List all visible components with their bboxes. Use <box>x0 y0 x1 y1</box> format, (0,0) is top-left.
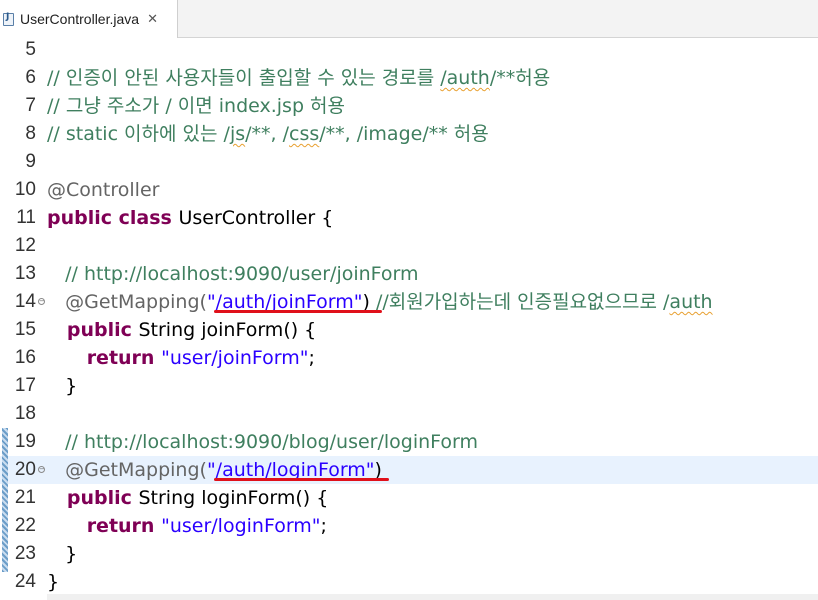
code-text: public String joinForm() { <box>47 316 316 344</box>
line-number: 17 <box>14 375 36 396</box>
code-text: @Controller <box>47 176 159 204</box>
line-number: 24 <box>14 571 36 592</box>
code-text: // http://localhost:9090/blog/user/login… <box>47 428 478 456</box>
code-line[interactable]: 17 } <box>0 372 818 400</box>
line-number: 14 <box>14 291 36 312</box>
code-text: } <box>47 540 77 568</box>
code-token: // 인증이 안된 사용자들이 출입할 수 있는 경로를 <box>47 67 441 89</box>
code-text: public String loginForm() { <box>47 484 328 512</box>
line-number: 18 <box>14 403 36 424</box>
code-token: ; <box>308 347 315 369</box>
code-token: } <box>47 543 78 565</box>
code-token: //회원가입하는데 인증필요없으므로 / <box>375 291 670 313</box>
code-editor[interactable]: 24} 23 } 22 return "user/loginForm"; 21 pub… <box>0 38 818 600</box>
code-line[interactable]: 11 public class UserController { <box>0 204 818 232</box>
code-line[interactable]: 22 return "user/loginForm"; <box>0 512 818 540</box>
code-token: String joinForm() { <box>138 319 317 341</box>
line-number: 23 <box>14 543 36 564</box>
line-number: 7 <box>25 95 36 116</box>
code-token: } <box>47 375 78 397</box>
code-token: @GetMapping( <box>47 459 207 481</box>
code-token: public <box>47 319 139 341</box>
code-text: return "user/loginForm"; <box>47 512 327 540</box>
line-number: 8 <box>25 123 36 144</box>
line-number: 9 <box>25 151 36 172</box>
code-text: // http://localhost:9090/user/joinForm <box>47 260 419 288</box>
code-text: // static 이하에 있는 /js/**, /css/**, /image… <box>47 120 489 148</box>
fold-toggle-icon[interactable] <box>38 466 45 473</box>
code-line[interactable]: 18 <box>0 400 818 428</box>
code-line[interactable]: 9 <box>0 148 818 176</box>
code-line[interactable]: 10 @Controller <box>0 176 818 204</box>
line-number: 21 <box>14 487 36 508</box>
editor-tab-bar: UserController.java ✕ <box>0 0 818 38</box>
change-indicator-bar <box>2 428 8 572</box>
code-token: /**, /image/** 허용 <box>319 123 489 145</box>
code-token: // static 이하에 있는 / <box>47 123 230 145</box>
fold-toggle-icon[interactable] <box>38 298 45 305</box>
code-text: } <box>47 568 59 596</box>
code-token: css <box>289 123 320 145</box>
code-token: /**허용 <box>489 67 551 89</box>
code-line[interactable]: 7 // 그냥 주소가 / 이면 index.jsp 허용 <box>0 92 818 120</box>
line-number: 22 <box>14 515 36 536</box>
code-token: ; <box>320 515 327 537</box>
code-token: return <box>47 347 162 369</box>
code-line[interactable]: 16 return "user/joinForm"; <box>0 344 818 372</box>
code-line[interactable]: 12 <box>0 232 818 260</box>
code-token: // 그냥 주소가 / 이면 index.jsp 허용 <box>47 95 346 117</box>
line-number: 19 <box>14 431 36 452</box>
code-token: /auth <box>440 67 490 89</box>
line-number: 11 <box>16 207 36 228</box>
line-number: 16 <box>14 347 36 368</box>
code-token: js <box>229 123 246 145</box>
code-line[interactable]: 20 @GetMapping("/auth/loginForm") <box>0 456 818 484</box>
code-token: "user/loginForm" <box>161 515 321 537</box>
line-number: 12 <box>14 235 36 256</box>
java-file-icon <box>3 12 14 26</box>
horizontal-scrollbar[interactable] <box>47 594 818 600</box>
code-text: // 인증이 안된 사용자들이 출입할 수 있는 경로를 /auth/**허용 <box>47 64 550 92</box>
code-line[interactable]: 21 public String loginForm() { <box>0 484 818 512</box>
code-line[interactable]: 6 // 인증이 안된 사용자들이 출입할 수 있는 경로를 /auth/**허용 <box>0 64 818 92</box>
tab-label: UserController.java <box>20 11 140 27</box>
code-token: // http://localhost:9090/blog/user/login… <box>47 431 479 453</box>
code-token: } <box>47 571 60 593</box>
highlight-underline-joinform <box>214 310 382 313</box>
code-token: "user/joinForm" <box>161 347 309 369</box>
code-token: UserController { <box>178 207 334 229</box>
code-token: @Controller <box>47 179 160 201</box>
tab-usercontroller-java[interactable]: UserController.java ✕ <box>0 0 178 38</box>
code-line[interactable]: 13 // http://localhost:9090/user/joinFor… <box>0 260 818 288</box>
code-line[interactable]: 24} <box>0 568 818 596</box>
code-text: } <box>47 372 77 400</box>
code-token: // http://localhost:9090/user/joinForm <box>47 263 419 285</box>
code-token: auth <box>669 291 713 313</box>
line-number: 6 <box>25 67 36 88</box>
code-text: // 그냥 주소가 / 이면 index.jsp 허용 <box>47 92 345 120</box>
code-token: String loginForm() { <box>138 487 329 509</box>
line-number: 13 <box>14 263 36 284</box>
code-token: public class <box>47 207 179 229</box>
code-text: return "user/joinForm"; <box>47 344 315 372</box>
line-number: 20 <box>14 459 36 480</box>
code-line[interactable]: 8 // static 이하에 있는 /js/**, /css/**, /imag… <box>0 120 818 148</box>
line-number: 15 <box>14 319 36 340</box>
code-token: public <box>47 487 139 509</box>
code-token: @GetMapping( <box>47 291 207 313</box>
code-line[interactable]: 15 public String joinForm() { <box>0 316 818 344</box>
code-token: /**, / <box>245 123 290 145</box>
code-line[interactable]: 14 @GetMapping("/auth/joinForm") //회원가입하… <box>0 288 818 316</box>
code-line[interactable]: 19 // http://localhost:9090/blog/user/lo… <box>0 428 818 456</box>
close-icon[interactable]: ✕ <box>147 12 158 27</box>
code-line[interactable]: 23 } <box>0 540 818 568</box>
line-number: 10 <box>14 179 36 200</box>
code-token: return <box>47 515 162 537</box>
code-line[interactable]: 5 <box>0 36 818 64</box>
highlight-underline-loginform <box>214 478 389 481</box>
code-text: public class UserController { <box>47 204 333 232</box>
line-number: 5 <box>25 39 36 60</box>
